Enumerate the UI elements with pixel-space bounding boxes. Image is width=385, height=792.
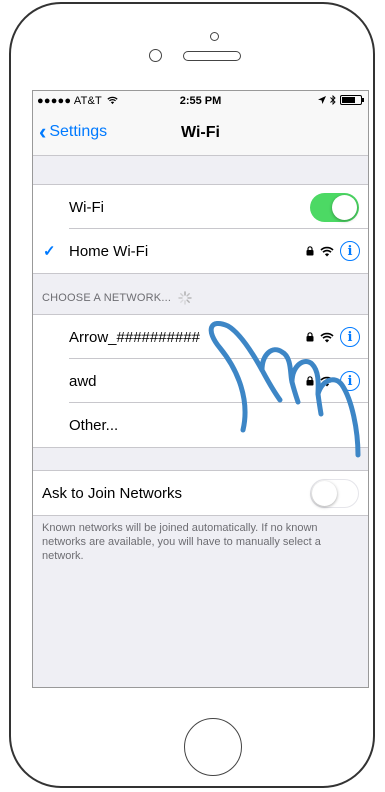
screen: ●●●●● AT&T 2:55 PM ‹ Settings Wi-Fi Wi-F… — [32, 90, 369, 688]
lock-icon — [306, 376, 314, 386]
network-row[interactable]: awd i — [33, 359, 368, 403]
wifi-label: Wi-Fi — [69, 198, 104, 216]
connected-network-row[interactable]: ✓ Home Wi-Fi i — [33, 229, 368, 273]
wifi-icon — [320, 332, 334, 342]
network-icons: i — [306, 241, 360, 261]
wifi-toggle-row: Wi-Fi — [33, 185, 368, 229]
networks-group: Arrow_########## i awd i Other... — [33, 314, 368, 448]
ask-to-join-footer: Known networks will be joined automatica… — [42, 522, 321, 562]
network-name: awd — [69, 372, 97, 390]
ask-to-join-toggle[interactable] — [310, 478, 359, 508]
network-name: Arrow_########## — [69, 328, 200, 346]
other-network-label: Other... — [69, 416, 119, 434]
wifi-icon — [320, 246, 334, 256]
connected-network-name: Home Wi-Fi — [69, 242, 149, 260]
toggle-knob — [332, 194, 357, 220]
page-title: Wi-Fi — [181, 124, 220, 141]
navigation-bar: ‹ Settings Wi-Fi — [33, 111, 368, 156]
status-right — [318, 95, 364, 105]
network-row[interactable]: Arrow_########## i — [33, 315, 368, 359]
wifi-toggle[interactable] — [310, 192, 359, 222]
info-button[interactable]: i — [340, 327, 360, 347]
battery-fill — [342, 97, 355, 103]
network-icons: i — [306, 371, 360, 391]
location-arrow-icon — [318, 96, 326, 104]
other-network-row[interactable]: Other... — [33, 403, 368, 447]
lock-icon — [306, 332, 314, 342]
home-button[interactable] — [184, 718, 242, 776]
earpiece-speaker — [183, 51, 241, 61]
choose-network-header: CHOOSE A NETWORK... — [42, 291, 172, 304]
network-icons: i — [306, 327, 360, 347]
section-header: CHOOSE A NETWORK... — [42, 291, 193, 305]
info-button[interactable]: i — [340, 371, 360, 391]
toggle-knob — [312, 480, 337, 506]
wifi-icon — [320, 376, 334, 386]
loading-spinner-icon — [178, 291, 193, 305]
checkmark-icon: ✓ — [43, 243, 56, 260]
bluetooth-icon — [330, 95, 336, 105]
front-camera — [210, 32, 219, 41]
ask-to-join-label: Ask to Join Networks — [42, 484, 183, 502]
ask-to-join-group: Ask to Join Networks — [33, 470, 368, 516]
info-button[interactable]: i — [340, 241, 360, 261]
proximity-sensor — [149, 49, 162, 62]
lock-icon — [306, 246, 314, 256]
battery-icon — [340, 95, 364, 105]
status-bar: ●●●●● AT&T 2:55 PM — [33, 91, 368, 111]
wifi-group: Wi-Fi ✓ Home Wi-Fi i — [33, 184, 368, 274]
ask-to-join-row: Ask to Join Networks — [33, 471, 368, 515]
